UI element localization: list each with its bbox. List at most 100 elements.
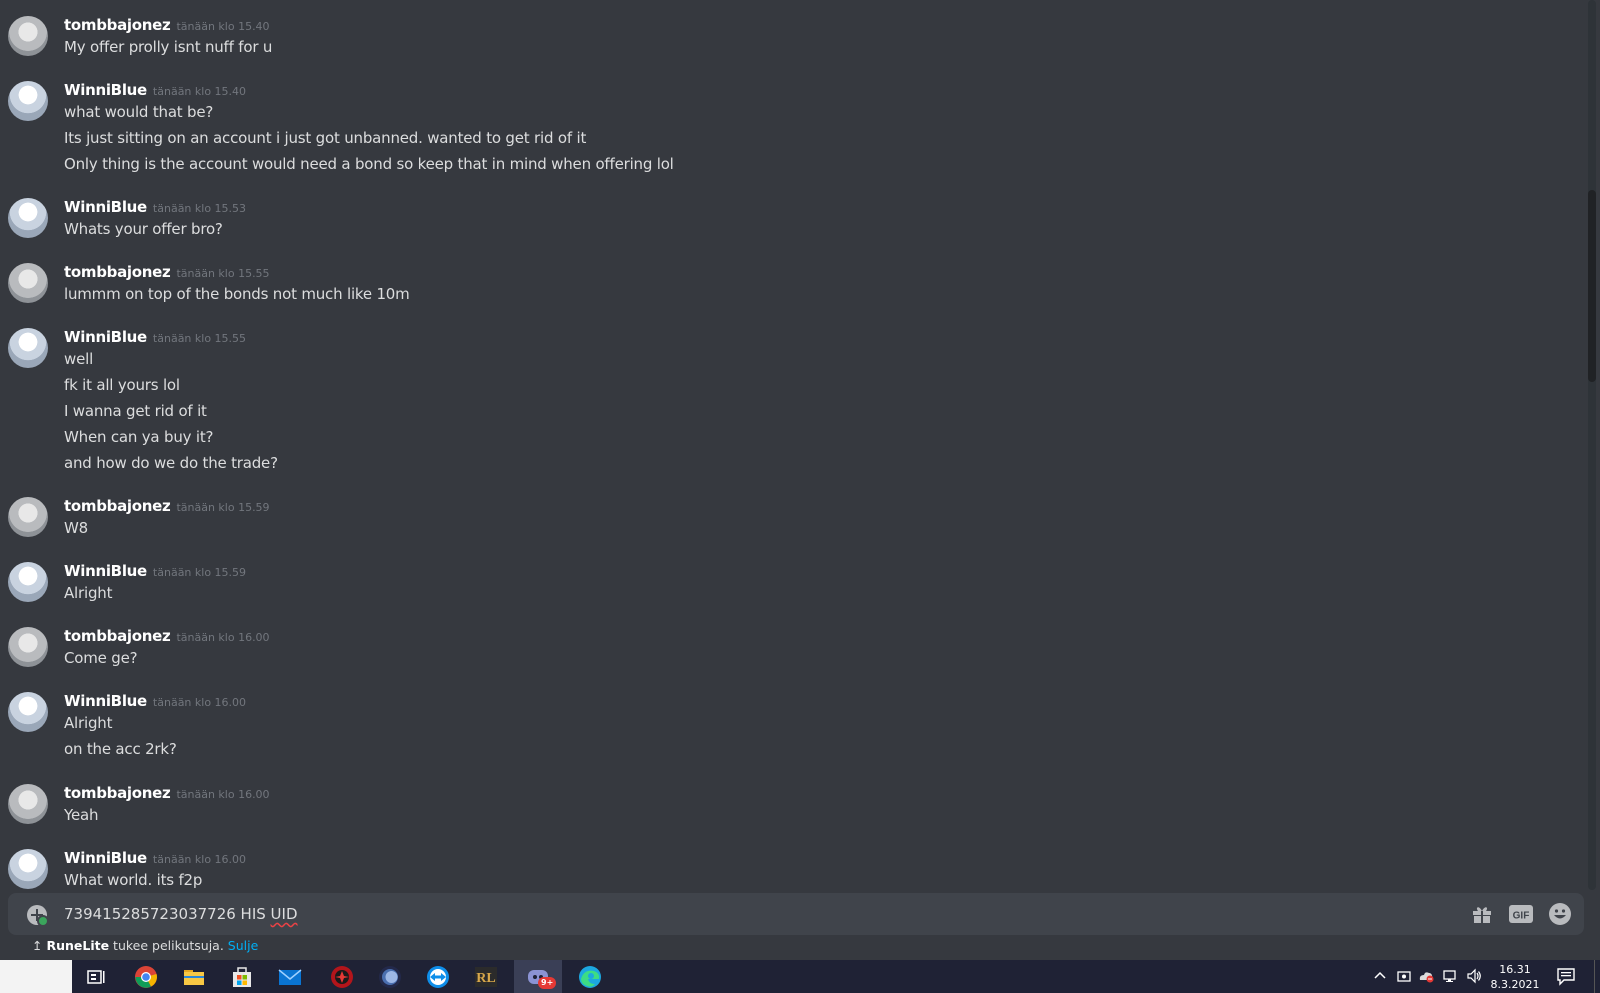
edge-icon <box>579 966 601 988</box>
avatar[interactable] <box>8 16 48 56</box>
blue-circle-app-icon <box>379 966 401 988</box>
message-timestamp: tänään klo 15.59 <box>176 501 270 514</box>
message-text: Whats your offer bro? <box>64 220 223 238</box>
author-name[interactable]: tombbajonez <box>64 497 171 515</box>
author-name[interactable]: WinniBlue <box>64 328 147 346</box>
attach-icon[interactable] <box>26 904 48 926</box>
message-group: WinniBlue tänään klo 16.00 What world. its… <box>0 849 1560 890</box>
emoji-icon[interactable] <box>1548 902 1572 926</box>
notifications-icon[interactable] <box>1556 966 1576 986</box>
game-invite-notice: ↥ RuneLite tukee pelikutsuja. Sulje <box>32 938 258 953</box>
author-name[interactable]: WinniBlue <box>64 849 147 867</box>
message-timestamp: tänään klo 15.53 <box>152 202 247 215</box>
message-group: WinniBlue tänään klo 15.55 well fk it all y… <box>0 328 1560 480</box>
message-header: WinniBlue tänään klo 15.53 <box>64 197 246 216</box>
author-name[interactable]: tombbajonez <box>64 627 171 645</box>
message-timestamp: tänään klo 15.59 <box>152 566 247 579</box>
scrollbar-thumb[interactable] <box>1588 190 1596 382</box>
avatar[interactable] <box>8 198 48 238</box>
taskbar-app-chrome[interactable] <box>122 960 170 993</box>
message-text: What world. its f2p <box>64 871 203 889</box>
message-text: fk it all yours lol <box>64 376 180 394</box>
avatar[interactable] <box>8 81 48 121</box>
taskbar-app-discord[interactable]: 9+ <box>514 960 562 993</box>
avatar[interactable] <box>8 784 48 824</box>
meet-now-icon[interactable] <box>1396 968 1412 984</box>
gif-label: GIF <box>1513 911 1530 922</box>
message-timestamp: tänään klo 15.40 <box>176 20 270 33</box>
taskbar-app-mail[interactable] <box>266 960 314 993</box>
misspelled-word: UID <box>270 905 298 923</box>
message-input[interactable]: 739415285723037726 HIS UID <box>64 893 298 935</box>
avatar[interactable] <box>8 497 48 537</box>
avatar[interactable] <box>8 328 48 368</box>
author-name[interactable]: WinniBlue <box>64 562 147 580</box>
red-app-icon <box>331 966 353 988</box>
message-text: Yeah <box>64 806 99 824</box>
taskbar-clock[interactable]: 16.31 8.3.2021 <box>1484 962 1546 992</box>
message-text: Its just sitting on an account i just go… <box>64 129 587 147</box>
taskbar-app-store[interactable] <box>218 960 266 993</box>
onedrive-error-icon[interactable] <box>1418 968 1434 984</box>
taskbar-search-box[interactable] <box>0 960 72 993</box>
message-text: what would that be? <box>64 103 214 121</box>
message-header: WinniBlue tänään klo 15.40 <box>64 80 246 99</box>
task-view-button[interactable] <box>72 960 120 993</box>
message-header: tombbajonez tänään klo 15.59 <box>64 496 270 515</box>
message-group: tombbajonez tänään klo 15.40 My offer prol… <box>0 16 1560 64</box>
message-timestamp: tänään klo 16.00 <box>176 631 270 644</box>
taskbar: RL 9+ 16.31 8.3.2021 <box>0 960 1600 993</box>
avatar[interactable] <box>8 849 48 889</box>
message-header: tombbajonez tänään klo 15.40 <box>64 15 270 34</box>
taskbar-app-edge[interactable] <box>566 960 614 993</box>
avatar[interactable] <box>8 263 48 303</box>
clock-time: 16.31 <box>1499 963 1531 976</box>
network-icon[interactable] <box>1442 968 1458 984</box>
author-name[interactable]: tombbajonez <box>64 263 171 281</box>
scrollbar-track[interactable] <box>1588 0 1596 890</box>
message-text: Alright <box>64 714 113 732</box>
avatar[interactable] <box>8 562 48 602</box>
message-group: WinniBlue tänään klo 16.00 Alright on the a… <box>0 692 1560 766</box>
message-header: WinniBlue tänään klo 16.00 <box>64 848 246 867</box>
message-header: tombbajonez tänään klo 16.00 <box>64 783 270 802</box>
message-timestamp: tänään klo 16.00 <box>176 788 270 801</box>
author-name[interactable]: tombbajonez <box>64 16 171 34</box>
message-group: WinniBlue tänään klo 15.40 what would that… <box>0 81 1560 181</box>
message-timestamp: tänään klo 16.00 <box>152 696 247 709</box>
message-list[interactable]: tombbajonez tänään klo 15.40 My offer prol… <box>0 0 1580 890</box>
message-text: Only thing is the account would need a b… <box>64 155 674 173</box>
message-text: W8 <box>64 519 88 537</box>
message-timestamp: tänään klo 15.55 <box>176 267 270 280</box>
gift-icon[interactable] <box>1470 902 1494 926</box>
message-group: tombbajonez tänään klo 15.55 lummm on top … <box>0 263 1560 311</box>
message-group: WinniBlue tänään klo 15.53 Whats your offe… <box>0 198 1560 246</box>
taskbar-app-blue-circle[interactable] <box>366 960 414 993</box>
show-hidden-icons-icon[interactable] <box>1372 968 1388 984</box>
avatar[interactable] <box>8 627 48 667</box>
message-text: lummm on top of the bonds not much like … <box>64 285 410 303</box>
taskbar-app-red[interactable] <box>318 960 366 993</box>
gif-icon[interactable]: GIF <box>1508 902 1534 926</box>
message-text: I wanna get rid of it <box>64 402 207 420</box>
author-name[interactable]: WinniBlue <box>64 198 147 216</box>
runelite-icon: RL <box>475 967 497 987</box>
message-group: tombbajonez tänään klo 16.00 Come ge? <box>0 627 1560 675</box>
author-name[interactable]: WinniBlue <box>64 81 147 99</box>
message-group: tombbajonez tänään klo 15.59 W8 <box>0 497 1560 545</box>
close-link[interactable]: Sulje <box>228 938 259 953</box>
author-name[interactable]: WinniBlue <box>64 692 147 710</box>
avatar[interactable] <box>8 692 48 732</box>
message-timestamp: tänään klo 16.00 <box>152 853 247 866</box>
mail-icon <box>278 969 302 985</box>
taskbar-app-file-explorer[interactable] <box>170 960 218 993</box>
taskbar-app-runelite[interactable]: RL <box>462 960 510 993</box>
message-group: WinniBlue tänään klo 15.59 Alright <box>0 562 1560 610</box>
author-name[interactable]: tombbajonez <box>64 784 171 802</box>
teamviewer-icon <box>427 966 449 988</box>
show-desktop-button[interactable] <box>1594 960 1600 993</box>
volume-icon[interactable] <box>1466 968 1482 984</box>
store-icon <box>233 967 251 987</box>
message-text: Alright <box>64 584 113 602</box>
taskbar-app-teamviewer[interactable] <box>414 960 462 993</box>
